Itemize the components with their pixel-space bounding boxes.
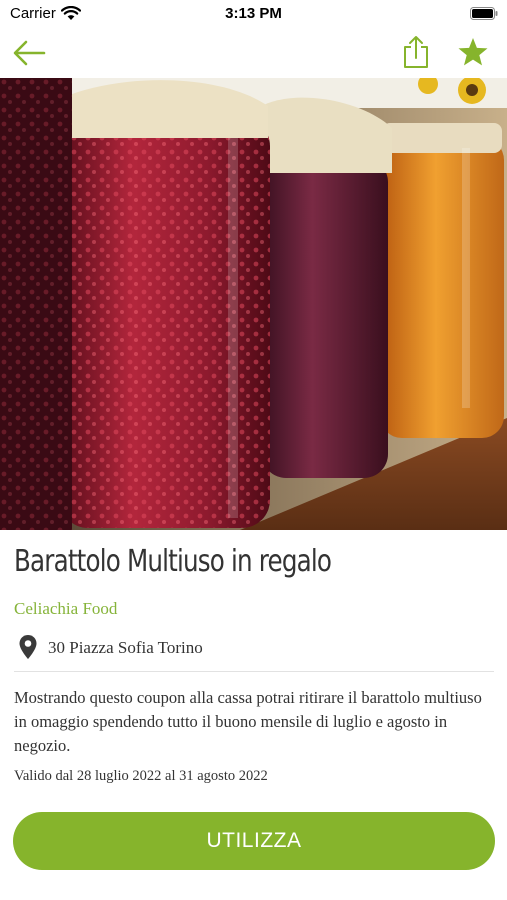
merchant-link[interactable]: Celiachia Food (14, 599, 117, 619)
nav-bar (0, 30, 507, 78)
coupon-title: Barattolo Multiuso in regalo (14, 544, 332, 579)
star-icon (458, 38, 488, 66)
map-pin-icon (19, 635, 37, 659)
battery-icon (470, 7, 498, 20)
arrow-left-icon (13, 40, 46, 66)
location-row[interactable]: 30 Piazza Sofia Torino (14, 632, 494, 672)
back-button[interactable] (10, 36, 48, 70)
coupon-description: Mostrando questo coupon alla cassa potra… (14, 688, 482, 755)
status-time: 3:13 PM (225, 5, 282, 22)
validity-text: Valido dal 28 luglio 2022 al 31 agosto 2… (14, 768, 268, 784)
favorite-button[interactable] (455, 34, 491, 70)
hero-image (0, 78, 507, 530)
share-icon (404, 36, 428, 68)
address-text: 30 Piazza Sofia Torino (48, 638, 203, 657)
share-button[interactable] (400, 34, 432, 70)
jam-jars-photo (0, 78, 507, 530)
status-bar: Carrier 3:13 PM (0, 0, 507, 30)
use-coupon-button[interactable]: UTILIZZA (13, 812, 495, 870)
